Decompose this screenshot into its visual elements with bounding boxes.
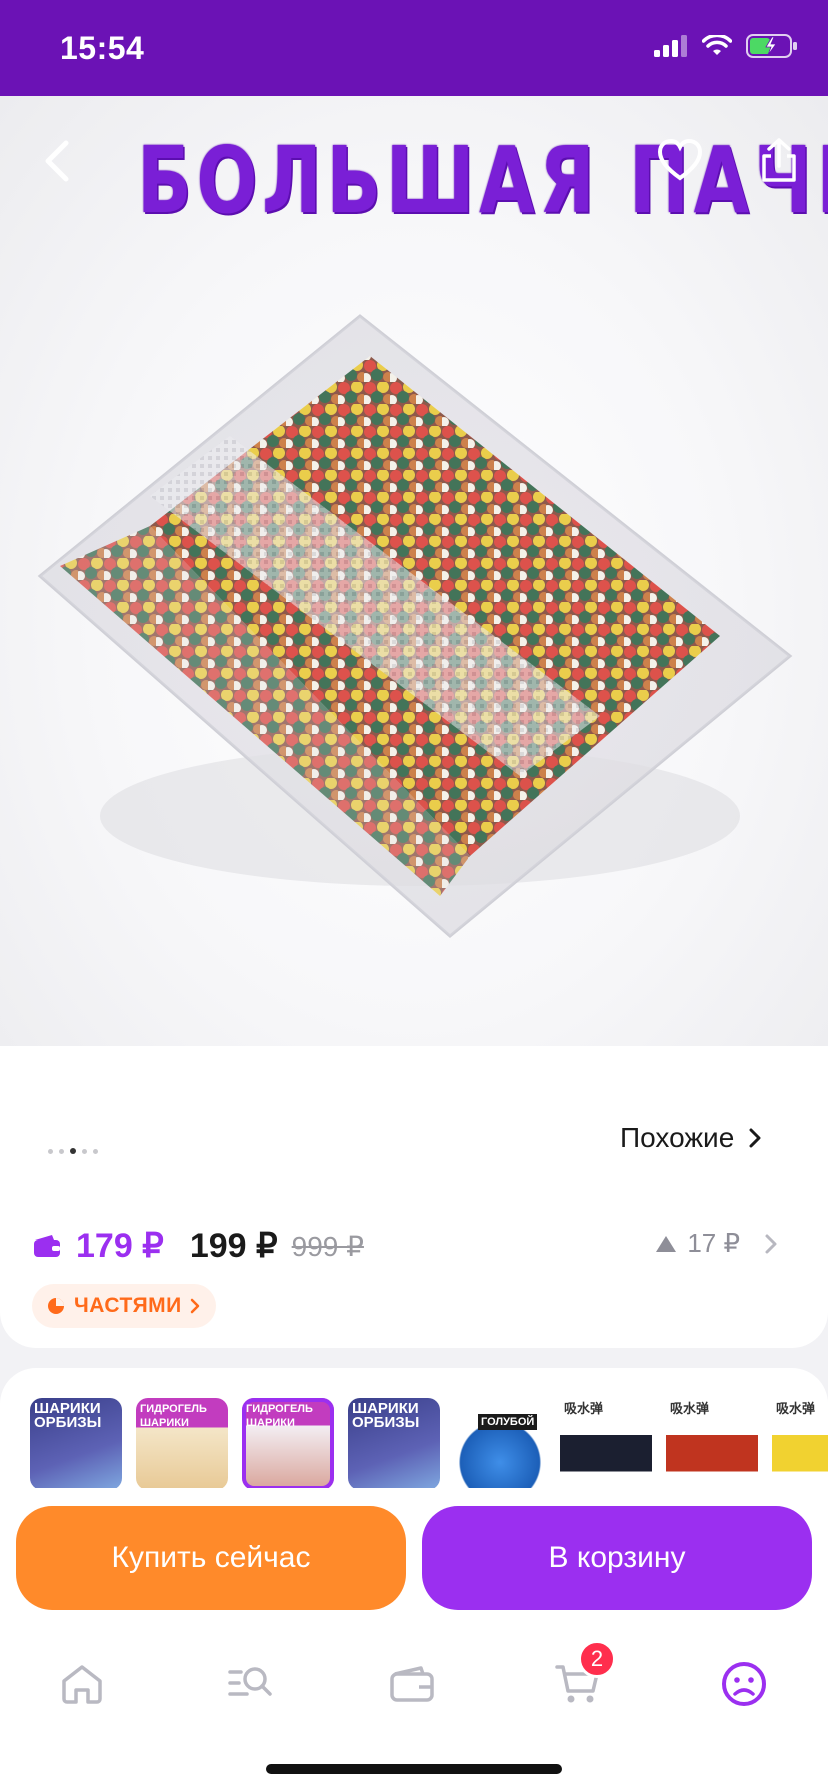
tab-profile[interactable] xyxy=(712,1652,776,1716)
wallet-icon xyxy=(34,1235,60,1257)
catalog-search-icon xyxy=(228,1667,272,1696)
variant-thumbnail[interactable]: 吸水弹 xyxy=(772,1398,828,1490)
share-icon xyxy=(762,138,796,182)
gallery-dot-active xyxy=(70,1148,76,1154)
profile-icon xyxy=(722,1662,766,1706)
installments-label: ЧАСТЯМИ xyxy=(74,1294,182,1317)
triangle-up-icon xyxy=(656,1235,677,1252)
regular-price: 199 ₽ xyxy=(189,1227,278,1265)
variant-thumbnail[interactable]: ШАРИКИ ОРБИЗЫ xyxy=(30,1398,122,1490)
share-button[interactable] xyxy=(752,130,806,190)
similar-label: Похожие xyxy=(620,1122,735,1153)
variant-thumbnail-selected[interactable]: ГИДРОГЕЛЬ ШАРИКИ xyxy=(242,1398,334,1490)
installments-badge[interactable]: ЧАСТЯМИ xyxy=(32,1284,216,1328)
gallery-dot xyxy=(93,1148,98,1154)
back-button[interactable] xyxy=(26,126,86,196)
variant-thumbnail[interactable]: 吸水弹 xyxy=(666,1398,758,1490)
heart-icon xyxy=(657,138,703,181)
variant-thumbnail[interactable]: ГОЛУБОЙ xyxy=(454,1398,546,1490)
variant-label: ШАРИКИ ОРБИЗЫ xyxy=(352,1400,420,1431)
gallery-pagination xyxy=(48,1148,98,1154)
variant-thumbnail[interactable]: ШАРИКИ ОРБИЗЫ xyxy=(348,1398,440,1490)
price-history-button[interactable]: 17 ₽ xyxy=(655,1228,778,1259)
gallery-dot xyxy=(48,1148,53,1154)
old-price: 999 ₽ xyxy=(291,1230,364,1262)
variant-thumbnail[interactable]: ГИДРОГЕЛЬ ШАРИКИ xyxy=(136,1398,228,1490)
variant-label: ШАРИКИ ОРБИЗЫ xyxy=(34,1400,102,1431)
gallery-dot xyxy=(59,1148,64,1154)
wifi-icon xyxy=(702,35,732,55)
cart-count-badge: 2 xyxy=(578,1640,616,1678)
variant-label: 吸水弹 xyxy=(564,1401,604,1416)
variant-label: 吸水弹 xyxy=(776,1401,816,1416)
variant-label: 吸水弹 xyxy=(670,1401,710,1416)
variant-label: ГИДРОГЕЛЬ ШАРИКИ xyxy=(140,1403,207,1429)
variant-thumbnail[interactable]: 吸水弹 xyxy=(560,1398,652,1490)
favorite-button[interactable] xyxy=(652,132,708,188)
add-to-cart-button[interactable]: В корзину xyxy=(422,1506,812,1610)
price-row: 179 ₽ 199 ₽ 999 ₽ xyxy=(32,1226,364,1266)
product-photo xyxy=(37,314,793,938)
chevron-right-icon xyxy=(765,1234,777,1253)
buy-now-button[interactable]: Купить сейчас xyxy=(16,1506,406,1610)
pie-chart-icon xyxy=(48,1298,64,1314)
purchase-action-bar: Купить сейчас В корзину xyxy=(0,1488,828,1628)
battery-charging-icon xyxy=(746,34,797,58)
chevron-left-icon xyxy=(45,140,69,182)
variant-label: ГОЛУБОЙ xyxy=(478,1414,538,1430)
signal-icon xyxy=(654,35,687,57)
chevron-right-icon xyxy=(190,1298,200,1314)
tab-wallet[interactable] xyxy=(380,1652,444,1716)
gallery-dot xyxy=(82,1148,87,1154)
wallet-price: 179 ₽ xyxy=(76,1227,164,1265)
home-indicator xyxy=(266,1764,562,1774)
tab-home[interactable] xyxy=(50,1652,114,1716)
similar-products-button[interactable]: Похожие xyxy=(610,1108,779,1168)
status-icons xyxy=(654,34,798,58)
chevron-right-icon xyxy=(749,1128,761,1148)
tab-catalog-search[interactable] xyxy=(218,1652,282,1716)
home-icon xyxy=(62,1665,102,1704)
product-image-gallery[interactable]: БОЛЬШАЯ ПАЧКА xyxy=(0,96,828,1046)
price-delta: 17 ₽ xyxy=(687,1228,740,1258)
variant-label: ГИДРОГЕЛЬ ШАРИКИ xyxy=(246,1403,313,1429)
status-time: 15:54 xyxy=(60,30,145,66)
status-bar: 15:54 xyxy=(0,0,828,96)
wallet-icon xyxy=(390,1666,434,1702)
